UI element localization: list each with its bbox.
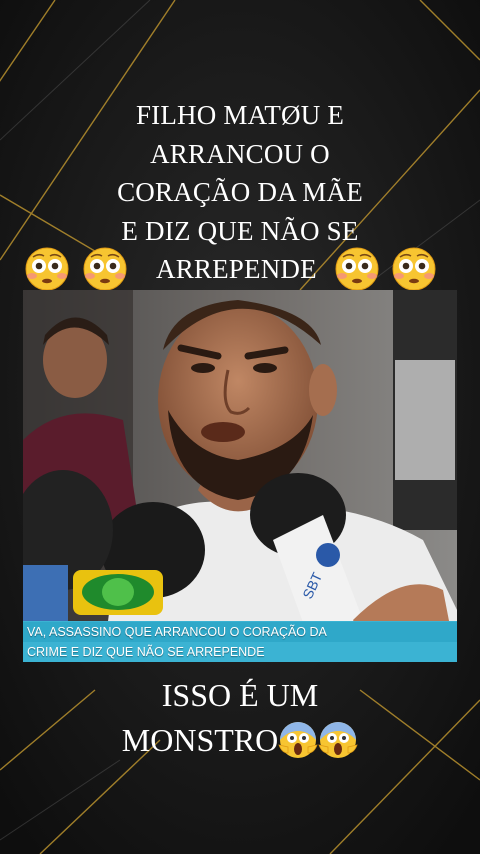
video-still: SBT xyxy=(23,290,457,662)
headline: FILHO MATØU E ARRANCOU O CORAÇÃO DA MÃE … xyxy=(0,96,480,291)
flushed-face-icon xyxy=(392,247,436,291)
caption: ISSO É UM MONSTRO xyxy=(0,673,480,763)
headline-last-row: ARREPENDE xyxy=(0,247,480,291)
headline-line-4: E DIZ QUE NÃO SE xyxy=(121,215,359,246)
flushed-face-icon xyxy=(335,247,379,291)
headline-line-1: FILHO MATØU E xyxy=(135,100,345,130)
headline-line-5: ARREPENDE xyxy=(156,254,317,284)
screaming-face-icon xyxy=(278,722,318,758)
headline-line-3: CORAÇÃO DA MÃE xyxy=(117,177,363,207)
flushed-face-icon xyxy=(25,247,69,291)
headline-line-2: ARRANCOU O xyxy=(150,138,330,169)
caption-line-2: MONSTRO xyxy=(121,722,279,758)
ticker-line-1: VA, ASSASSINO QUE ARRANCOU O CORAÇÃO DA xyxy=(23,622,457,642)
caption-line-2-row: MONSTRO xyxy=(0,718,480,763)
ticker-line-2: CRIME E DIZ QUE NÃO SE ARREPENDE xyxy=(27,645,265,659)
caption-line-1: ISSO É UM xyxy=(161,677,319,713)
news-ticker: VA, ASSASSINO QUE ARRANCOU O CORAÇÃO DA … xyxy=(23,621,457,662)
screaming-face-icon xyxy=(318,722,358,758)
flushed-face-icon xyxy=(83,247,127,291)
video-frame[interactable]: SBT VA, ASSASSINO QUE ARRANCOU O CORAÇÃO… xyxy=(23,290,457,662)
